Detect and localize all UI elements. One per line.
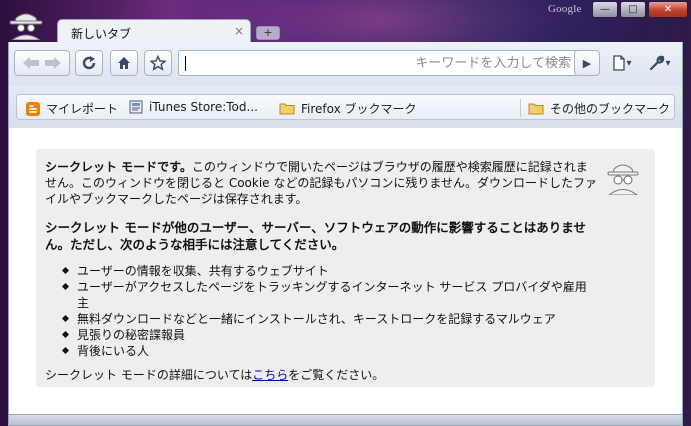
wrench-icon xyxy=(650,55,665,71)
window-controls: — □ ✕ xyxy=(592,1,688,18)
maximize-button[interactable]: □ xyxy=(620,1,646,18)
incognito-intro-bold: シークレット モードです。 xyxy=(45,160,192,174)
page-icon xyxy=(613,55,626,71)
bookmarks-bar-inner: マイレポート iTunes Store:Tod... Firefox ブックマー… xyxy=(16,94,675,120)
tab-new-tab[interactable]: 新しいタブ × xyxy=(57,19,251,43)
learn-more-link[interactable]: こちら xyxy=(252,368,288,382)
list-item: 背後にいる人 xyxy=(77,343,597,359)
learn-more-line: シークレット モードの詳細についてはこちらをご覧ください。 xyxy=(45,367,597,383)
reload-button[interactable] xyxy=(75,50,103,76)
forward-arrow-icon[interactable] xyxy=(42,55,64,71)
bookmark-itunes-store[interactable]: iTunes Store:Tod... xyxy=(129,100,258,114)
folder-icon xyxy=(528,103,544,115)
folder-icon xyxy=(279,103,295,115)
learn-more-prefix: シークレット モードの詳細については xyxy=(45,368,253,382)
tab-close-icon[interactable]: × xyxy=(234,24,244,38)
window-frame: Google — □ ✕ 新しいタブ × + キーワードを入力して検索 ▶ ▾ … xyxy=(0,0,691,426)
bookmarks-separator xyxy=(520,99,521,117)
minimize-button[interactable]: — xyxy=(592,1,618,18)
bookmarks-bar: マイレポート iTunes Store:Tod... Firefox ブックマー… xyxy=(8,86,683,128)
bookmark-label: マイレポート xyxy=(46,102,119,116)
list-item: ユーザーがアクセスしたページをトラッキングするインターネット サービス プロバイ… xyxy=(77,279,597,311)
nav-back-forward-group xyxy=(14,50,70,76)
tracking-list: ユーザーの情報を収集、共有するウェブサイト ユーザーがアクセスしたページをトラッ… xyxy=(45,263,597,359)
home-button[interactable] xyxy=(110,50,138,76)
go-button[interactable]: ▶ xyxy=(574,50,600,76)
tools-menu-button[interactable]: ▾ xyxy=(643,50,677,76)
bookmark-folder-other[interactable]: その他のブックマーク xyxy=(528,100,670,117)
bookmark-label: Firefox ブックマーク xyxy=(301,102,417,116)
incognito-icon xyxy=(9,13,43,40)
incognito-warning: シークレット モードが他のユーザー、サーバー、ソフトウェアの動作に影響することは… xyxy=(45,220,586,252)
google-watermark: Google xyxy=(548,3,582,15)
chevron-down-icon: ▾ xyxy=(626,57,632,69)
incognito-info-panel: シークレット モードです。このウィンドウで開いたページはブラウザの履歴や検索履歴… xyxy=(36,149,655,387)
blogger-icon xyxy=(26,101,40,116)
chevron-down-icon: ▾ xyxy=(665,57,671,69)
toolbar: ▶ ▾ ▾ xyxy=(8,42,683,86)
page-icon xyxy=(129,100,143,114)
page-menu-button[interactable]: ▾ xyxy=(605,50,639,76)
bookmark-label: iTunes Store:Tod... xyxy=(149,100,258,114)
incognito-intro: シークレット モードです。このウィンドウで開いたページはブラウザの履歴や検索履歴… xyxy=(45,159,597,207)
reload-icon xyxy=(82,56,96,70)
learn-more-suffix: をご覧ください。 xyxy=(288,368,385,382)
window-bottom-border xyxy=(8,414,683,426)
spy-icon xyxy=(607,164,639,195)
omnibox[interactable] xyxy=(178,50,578,76)
list-item: 見張りの秘密諜報員 xyxy=(77,327,597,343)
new-tab-button[interactable]: + xyxy=(256,26,280,40)
bookmark-my-report[interactable]: マイレポート xyxy=(26,100,118,117)
bookmark-folder-firefox[interactable]: Firefox ブックマーク xyxy=(279,100,417,117)
page-content: シークレット モードです。このウィンドウで開いたページはブラウザの履歴や検索履歴… xyxy=(8,128,683,415)
back-arrow-icon[interactable] xyxy=(20,55,42,71)
star-icon xyxy=(150,55,166,71)
tab-title: 新しいタブ xyxy=(71,27,132,41)
search-input[interactable] xyxy=(179,51,577,75)
play-icon: ▶ xyxy=(582,56,592,70)
close-window-button[interactable]: ✕ xyxy=(648,1,688,18)
list-item: ユーザーの情報を収集、共有するウェブサイト xyxy=(77,263,597,279)
bookmark-label: その他のブックマーク xyxy=(550,102,671,116)
bookmark-star-button[interactable] xyxy=(144,50,172,76)
home-icon xyxy=(118,57,130,69)
list-item: 無料ダウンロードなどと一緒にインストールされ、キーストロークを記録するマルウェア xyxy=(77,311,597,327)
